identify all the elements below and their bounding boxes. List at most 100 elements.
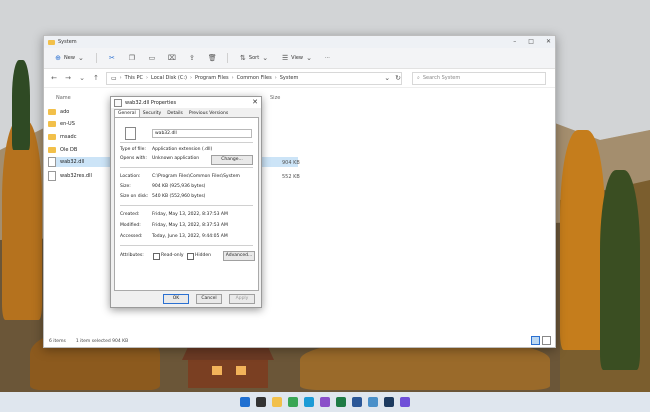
column-header-size[interactable]: Size — [270, 95, 280, 101]
item-count: 6 items — [49, 338, 66, 344]
readonly-checkbox[interactable] — [153, 253, 160, 260]
search-icon: ⌕ — [417, 75, 420, 81]
divider — [120, 142, 253, 143]
share-button[interactable]: ⇪ — [184, 52, 200, 64]
rename-icon: ⌧ — [167, 54, 176, 62]
breadcrumb-system[interactable]: System — [280, 75, 299, 81]
file-name: Ole DB — [60, 147, 78, 153]
copy-button[interactable]: ❐ — [124, 52, 140, 64]
divider — [120, 205, 253, 206]
photoshop-icon[interactable] — [384, 397, 394, 407]
hidden-checkbox[interactable] — [187, 253, 194, 260]
forward-arrow-icon[interactable]: → — [64, 74, 72, 82]
file-name: msadc — [60, 134, 77, 140]
chevron-down-icon[interactable]: ⌄ — [78, 74, 86, 82]
chrome-icon[interactable] — [288, 397, 298, 407]
file-name: en-US — [60, 121, 75, 127]
new-button[interactable]: ⊕ New ⌄ — [50, 52, 89, 64]
hidden-label: Hidden — [195, 253, 211, 258]
folder-icon — [48, 147, 56, 153]
divider — [95, 53, 97, 63]
excel-icon[interactable] — [336, 397, 346, 407]
view-button[interactable]: ☰ View ⌄ — [277, 52, 317, 64]
view-icon: ☰ — [282, 54, 289, 62]
details-view-button[interactable] — [531, 336, 540, 345]
file-size: 904 KB — [282, 160, 300, 166]
opens-with-label: Opens with: — [120, 156, 147, 161]
close-button[interactable]: ✕ — [546, 38, 551, 45]
more-options-button[interactable]: ··· — [321, 53, 334, 63]
notepad-icon[interactable] — [368, 397, 378, 407]
advanced-button[interactable]: Advanced... — [223, 251, 255, 261]
size-label: Size: — [120, 184, 131, 189]
dialog-title-bar: wab32.dll Properties — [111, 97, 261, 108]
breadcrumb-program-files[interactable]: Program Files — [195, 75, 229, 81]
accessed-label: Accessed: — [120, 234, 143, 239]
status-bar: 6 items 1 item selected 904 KB — [44, 335, 560, 347]
view-label: View — [291, 55, 304, 61]
view-toggle — [531, 336, 551, 345]
tab-general[interactable]: General — [114, 109, 140, 117]
word-icon[interactable] — [352, 397, 362, 407]
created-value: Friday, May 13, 2022, 8:37:53 AM — [152, 212, 228, 217]
share-icon: ⇪ — [188, 54, 195, 62]
cut-button[interactable]: ✂ — [104, 52, 120, 64]
pine-tree — [12, 60, 30, 150]
refresh-icon[interactable]: ↻ — [395, 74, 401, 82]
size-value: 904 KB (925,936 bytes) — [152, 184, 206, 189]
tiles-view-button[interactable] — [542, 336, 551, 345]
readonly-label: Read-only — [161, 253, 184, 258]
dll-file-icon — [48, 157, 56, 167]
filename-field[interactable]: wab32.dll — [152, 129, 252, 138]
breadcrumb-local-disk[interactable]: Local Disk (C:) — [151, 75, 187, 81]
chevron-down-icon: ⌄ — [306, 54, 312, 62]
back-arrow-icon[interactable]: ← — [50, 74, 58, 82]
visual-studio-icon[interactable] — [320, 397, 330, 407]
title-bar: System – □ ✕ — [44, 36, 555, 48]
up-arrow-icon[interactable]: ↑ — [92, 74, 100, 82]
pine-tree — [600, 170, 640, 370]
pc-icon: ▭ — [111, 74, 117, 82]
apply-button[interactable]: Apply — [229, 294, 255, 304]
sort-label: Sort — [248, 55, 260, 61]
modified-label: Modified: — [120, 223, 141, 228]
column-header-name[interactable]: Name — [56, 95, 71, 101]
tab-previous-versions[interactable]: Previous Versions — [186, 110, 231, 117]
size-on-disk-value: 540 KB (552,960 bytes) — [152, 194, 206, 199]
change-button[interactable]: Change... — [211, 155, 253, 165]
file-icon — [125, 127, 136, 140]
chevron-down-icon[interactable]: ⌄ — [384, 74, 390, 82]
search-box[interactable]: ⌕ Search System — [412, 71, 546, 85]
divider — [226, 53, 228, 63]
chevron-down-icon: ⌄ — [77, 54, 84, 62]
address-bar[interactable]: ▭ › This PC › Local Disk (C:) › Program … — [106, 71, 402, 85]
maximize-button[interactable]: □ — [528, 38, 534, 45]
breadcrumb-this-pc[interactable]: This PC — [125, 75, 143, 81]
rename-button[interactable]: ⌧ — [164, 52, 180, 64]
minimize-button[interactable]: – — [513, 38, 516, 45]
tab-details[interactable]: Details — [164, 110, 186, 117]
scissors-icon: ✂ — [108, 54, 115, 62]
search-icon[interactable] — [256, 397, 266, 407]
dll-file-icon — [48, 171, 56, 181]
file-name: ado — [60, 109, 70, 115]
ok-button[interactable]: OK — [163, 294, 189, 304]
tab-security[interactable]: Security — [140, 110, 164, 117]
breadcrumb-common-files[interactable]: Common Files — [237, 75, 272, 81]
edge-icon[interactable] — [304, 397, 314, 407]
delete-button[interactable]: 🗑 — [204, 52, 220, 64]
sort-icon: ⇅ — [239, 54, 246, 62]
messenger-icon[interactable] — [400, 397, 410, 407]
command-bar: ⊕ New ⌄ ✂ ❐ ▭ ⌧ ⇪ 🗑 ⇅ Sort ⌄ ☰ View ⌄ ··… — [44, 48, 555, 69]
trash-icon: 🗑 — [207, 54, 217, 62]
folder-icon — [48, 134, 56, 140]
autumn-tree — [2, 120, 42, 320]
paste-button[interactable]: ▭ — [144, 52, 160, 64]
cancel-button[interactable]: Cancel — [196, 294, 222, 304]
sort-button[interactable]: ⇅ Sort ⌄ — [235, 52, 273, 64]
file-explorer-icon[interactable] — [272, 397, 282, 407]
search-input[interactable]: Search System — [423, 75, 460, 81]
windows-icon[interactable] — [240, 397, 250, 407]
close-icon[interactable]: ✕ — [252, 98, 258, 106]
autumn-tree — [560, 130, 605, 350]
